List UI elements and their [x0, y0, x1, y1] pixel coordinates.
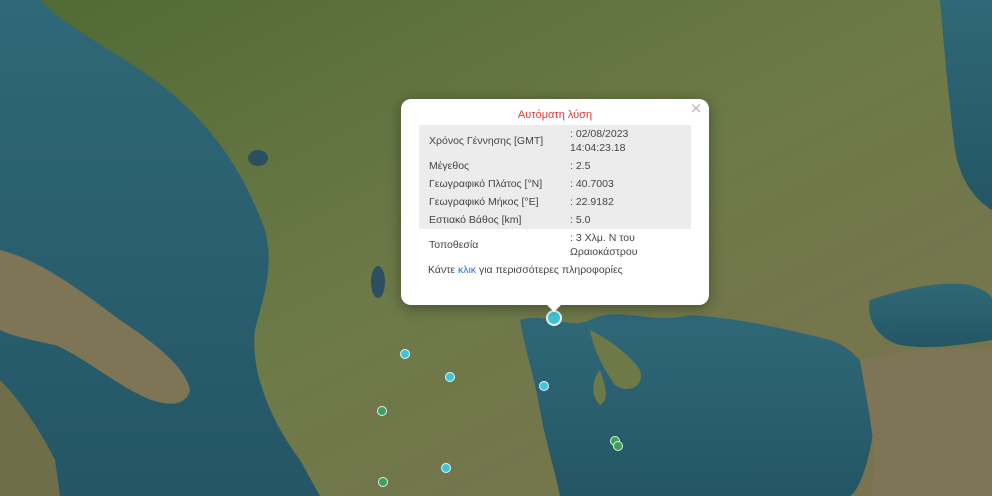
quake-marker[interactable] — [539, 381, 549, 391]
quake-marker[interactable] — [400, 349, 410, 359]
close-icon[interactable]: × — [689, 101, 703, 116]
row-label: Γεωγραφικό Πλάτος [°N] — [419, 175, 560, 193]
quake-info-table: Χρόνος Γέννησης [GMT] : 02/08/2023 14:04… — [419, 125, 691, 261]
quake-marker[interactable] — [378, 477, 388, 487]
table-row: Εστιακό Βάθος [km] : 5.0 — [419, 211, 691, 229]
quake-marker[interactable] — [377, 406, 387, 416]
row-label: Εστιακό Βάθος [km] — [419, 211, 560, 229]
lake-scutari — [248, 150, 268, 166]
row-value: : 2.5 — [560, 157, 691, 175]
row-value: : 02/08/2023 14:04:23.18 — [560, 125, 691, 157]
more-info-link[interactable]: κλικ — [458, 264, 476, 276]
row-value: : 40.7003 — [560, 175, 691, 193]
row-label: Τοποθεσία — [429, 239, 479, 251]
quake-marker[interactable] — [445, 372, 455, 382]
anatolia-land — [860, 348, 992, 496]
row-label: Γεωγραφικό Μήκος [°E] — [419, 193, 560, 211]
quake-marker[interactable] — [613, 441, 623, 451]
table-row: Γεωγραφικό Μήκος [°E] : 22.9182 — [419, 193, 691, 211]
quake-marker[interactable] — [441, 463, 451, 473]
row-value: : 22.9182 — [560, 193, 691, 211]
table-row: Μέγεθος : 2.5 — [419, 157, 691, 175]
popup-tip — [545, 303, 563, 312]
lake-ohrid — [371, 266, 385, 298]
row-value: : 3 Χλμ. N του Ωραιοκάστρου — [570, 232, 638, 258]
selected-quake-marker[interactable] — [546, 310, 562, 326]
more-info-text: Κάντε κλικ για περισσότερες πληροφορίες — [419, 264, 691, 276]
row-label: Μέγεθος — [419, 157, 560, 175]
popup-title: Αυτόματη λύση — [517, 109, 593, 121]
row-label: Χρόνος Γέννησης [GMT] — [419, 125, 560, 157]
aegean-sea — [520, 314, 876, 496]
earthquake-info-popup: × Αυτόματη λύση Χρόνος Γέννησης [GMT] : … — [401, 99, 709, 305]
row-value: : 5.0 — [560, 211, 691, 229]
more-info-prefix: Κάντε — [428, 264, 458, 276]
table-row: Τοποθεσία : 3 Χλμ. N του Ωραιοκάστρου — [419, 229, 691, 261]
table-row: Γεωγραφικό Πλάτος [°N] : 40.7003 — [419, 175, 691, 193]
table-row: Χρόνος Γέννησης [GMT] : 02/08/2023 14:04… — [419, 125, 691, 157]
more-info-suffix: για περισσότερες πληροφορίες — [476, 264, 623, 276]
